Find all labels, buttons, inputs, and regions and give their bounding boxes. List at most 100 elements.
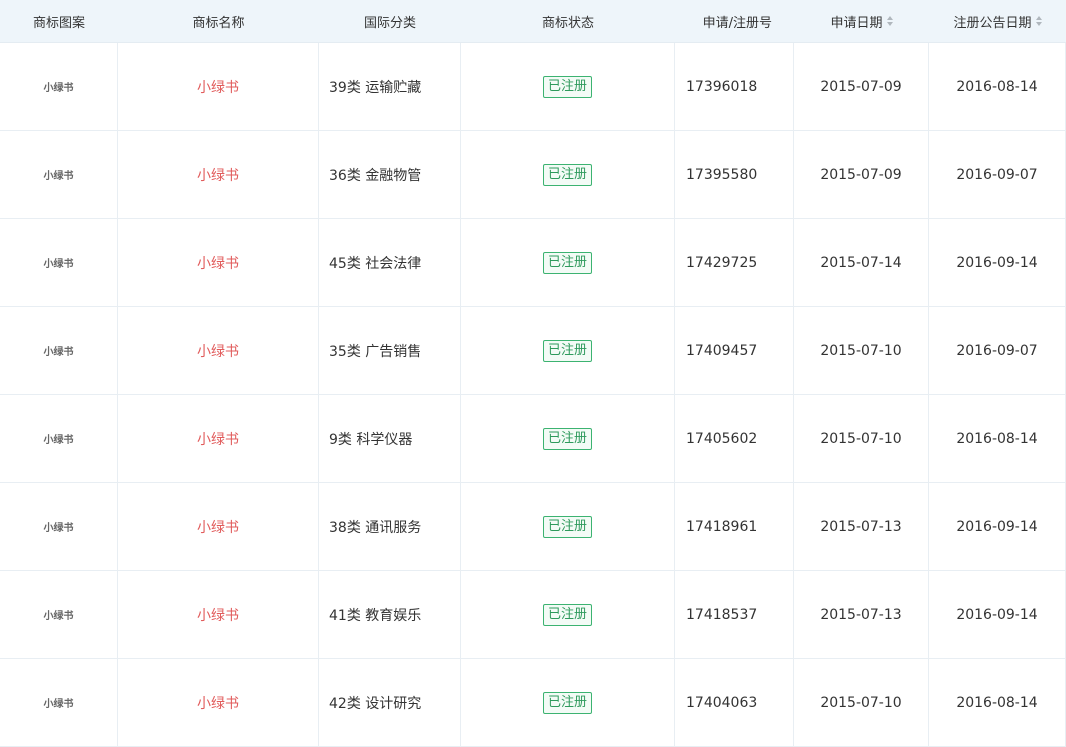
intl-class-cell: 39类 运输贮藏 xyxy=(319,43,461,130)
intl-class-cell: 35类 广告销售 xyxy=(319,307,461,394)
apply-date: 2015-07-13 xyxy=(820,606,902,623)
registration-number: 17418537 xyxy=(686,606,758,623)
trademark-name-link[interactable]: 小绿书 xyxy=(197,165,239,185)
apply-date-cell: 2015-07-10 xyxy=(794,307,929,394)
registration-number: 17405602 xyxy=(686,430,758,447)
publication-date-cell: 2016-09-14 xyxy=(929,483,1066,570)
publication-date: 2016-09-07 xyxy=(956,342,1038,359)
apply-date-cell: 2015-07-09 xyxy=(794,131,929,218)
sort-caret-icon[interactable] xyxy=(1035,16,1042,26)
header-status: 商标状态 xyxy=(461,0,675,42)
registration-number: 17404063 xyxy=(686,694,758,711)
registration-number-cell: 17404063 xyxy=(675,659,794,746)
trademark-logo: 小绿书 xyxy=(43,347,74,358)
table-row[interactable]: 小绿书 小绿书 36类 金融物管 已注册 17395580 2015-07-09 2016-… xyxy=(0,131,1066,219)
trademark-logo-cell: 小绿书 xyxy=(0,659,118,746)
header-reg-no: 申请/注册号 xyxy=(675,0,794,42)
apply-date-cell: 2015-07-10 xyxy=(794,659,929,746)
intl-class: 38类 通讯服务 xyxy=(329,519,422,536)
trademark-logo: 小绿书 xyxy=(43,611,74,622)
apply-date-cell: 2015-07-13 xyxy=(794,571,929,658)
registration-number: 17395580 xyxy=(686,166,758,183)
status-badge: 已注册 xyxy=(542,163,592,186)
apply-date-cell: 2015-07-13 xyxy=(794,483,929,570)
publication-date: 2016-08-14 xyxy=(956,694,1038,711)
publication-date: 2016-09-07 xyxy=(956,166,1038,183)
publication-date-cell: 2016-08-14 xyxy=(929,659,1066,746)
registration-number-cell: 17395580 xyxy=(675,131,794,218)
registration-number: 17409457 xyxy=(686,342,758,359)
publication-date: 2016-09-14 xyxy=(956,606,1038,623)
trademark-name-link-cell: 小绿书 xyxy=(118,43,319,130)
publication-date-cell: 2016-09-07 xyxy=(929,131,1066,218)
intl-class-cell: 41类 教育娱乐 xyxy=(319,571,461,658)
trademark-logo-cell: 小绿书 xyxy=(0,43,118,130)
header-apply-date[interactable]: 申请日期 xyxy=(794,0,929,42)
trademark-name-link[interactable]: 小绿书 xyxy=(197,517,239,537)
header-pub-date[interactable]: 注册公告日期 xyxy=(929,0,1066,42)
status-badge-cell: 已注册 xyxy=(461,395,675,482)
trademark-name-link[interactable]: 小绿书 xyxy=(197,77,239,97)
table-body: 小绿书 小绿书 39类 运输贮藏 已注册 17396018 2015-07-09 2016-… xyxy=(0,43,1066,747)
status-badge: 已注册 xyxy=(542,691,592,714)
trademark-logo: 小绿书 xyxy=(43,259,74,270)
registration-number: 17429725 xyxy=(686,254,758,271)
trademark-name-link[interactable]: 小绿书 xyxy=(197,693,239,713)
trademark-logo-cell: 小绿书 xyxy=(0,395,118,482)
header-label: 商标图案 xyxy=(32,15,85,31)
header-label: 国际分类 xyxy=(363,15,416,31)
status-badge: 已注册 xyxy=(542,75,592,98)
apply-date: 2015-07-09 xyxy=(820,78,902,95)
trademark-logo: 小绿书 xyxy=(43,699,74,710)
registration-number-cell: 17418961 xyxy=(675,483,794,570)
status-badge: 已注册 xyxy=(542,603,592,626)
header-logo: 商标图案 xyxy=(0,0,118,42)
registration-number-cell: 17396018 xyxy=(675,43,794,130)
status-badge-cell: 已注册 xyxy=(461,131,675,218)
status-badge-cell: 已注册 xyxy=(461,43,675,130)
trademark-name-link[interactable]: 小绿书 xyxy=(197,605,239,625)
status-badge: 已注册 xyxy=(542,515,592,538)
header-label: 商标状态 xyxy=(541,15,594,31)
publication-date-cell: 2016-08-14 xyxy=(929,395,1066,482)
trademark-table: 商标图案 商标名称 国际分类 商标状态 申请/注册号 申请日期 注册公告日期 小… xyxy=(0,0,1066,747)
status-badge-cell: 已注册 xyxy=(461,307,675,394)
status-badge-cell: 已注册 xyxy=(461,659,675,746)
trademark-name-link-cell: 小绿书 xyxy=(118,219,319,306)
header-label: 注册公告日期 xyxy=(953,15,1032,31)
trademark-logo-cell: 小绿书 xyxy=(0,219,118,306)
publication-date-cell: 2016-08-14 xyxy=(929,43,1066,130)
header-label: 商标名称 xyxy=(192,15,245,31)
registration-number: 17396018 xyxy=(686,78,758,95)
trademark-name-link[interactable]: 小绿书 xyxy=(197,429,239,449)
publication-date: 2016-08-14 xyxy=(956,430,1038,447)
intl-class-cell: 9类 科学仪器 xyxy=(319,395,461,482)
publication-date-cell: 2016-09-07 xyxy=(929,307,1066,394)
trademark-logo-cell: 小绿书 xyxy=(0,483,118,570)
sort-caret-icon[interactable] xyxy=(886,16,893,26)
intl-class: 45类 社会法律 xyxy=(329,255,422,272)
trademark-name-link-cell: 小绿书 xyxy=(118,131,319,218)
registration-number-cell: 17418537 xyxy=(675,571,794,658)
intl-class: 9类 科学仪器 xyxy=(329,431,413,448)
trademark-logo-cell: 小绿书 xyxy=(0,571,118,658)
trademark-name-link[interactable]: 小绿书 xyxy=(197,341,239,361)
table-row[interactable]: 小绿书 小绿书 41类 教育娱乐 已注册 17418537 2015-07-13 2016-… xyxy=(0,571,1066,659)
registration-number-cell: 17429725 xyxy=(675,219,794,306)
publication-date: 2016-09-14 xyxy=(956,518,1038,535)
table-row[interactable]: 小绿书 小绿书 35类 广告销售 已注册 17409457 2015-07-10 2016-… xyxy=(0,307,1066,395)
status-badge: 已注册 xyxy=(542,427,592,450)
publication-date-cell: 2016-09-14 xyxy=(929,571,1066,658)
table-row[interactable]: 小绿书 小绿书 45类 社会法律 已注册 17429725 2015-07-14 2016-… xyxy=(0,219,1066,307)
table-row[interactable]: 小绿书 小绿书 39类 运输贮藏 已注册 17396018 2015-07-09 2016-… xyxy=(0,43,1066,131)
table-row[interactable]: 小绿书 小绿书 38类 通讯服务 已注册 17418961 2015-07-13 2016-… xyxy=(0,483,1066,571)
trademark-name-link[interactable]: 小绿书 xyxy=(197,253,239,273)
intl-class: 41类 教育娱乐 xyxy=(329,607,422,624)
apply-date: 2015-07-13 xyxy=(820,518,902,535)
status-badge-cell: 已注册 xyxy=(461,219,675,306)
intl-class: 39类 运输贮藏 xyxy=(329,79,422,96)
table-row[interactable]: 小绿书 小绿书 42类 设计研究 已注册 17404063 2015-07-10 2016-… xyxy=(0,659,1066,747)
intl-class-cell: 36类 金融物管 xyxy=(319,131,461,218)
table-row[interactable]: 小绿书 小绿书 9类 科学仪器 已注册 17405602 2015-07-10 2016-0… xyxy=(0,395,1066,483)
trademark-logo: 小绿书 xyxy=(43,171,74,182)
